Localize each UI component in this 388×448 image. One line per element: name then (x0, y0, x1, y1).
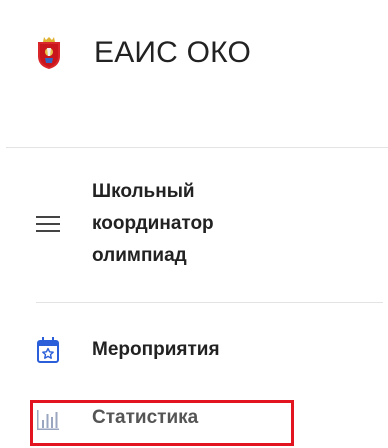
calendar-star-icon (37, 337, 59, 363)
nav-item-events[interactable]: Мероприятия (36, 336, 220, 364)
bar-chart-icon (37, 410, 59, 430)
app-header: ЕАИС ОКО (36, 36, 251, 70)
role-label-line: Школьный (92, 181, 195, 202)
coat-of-arms-logo-icon (38, 37, 60, 69)
header-divider (6, 147, 388, 148)
role-label-line: координатор (92, 213, 214, 234)
app-title: ЕАИС ОКО (94, 36, 251, 69)
role-divider (36, 302, 383, 303)
hamburger-menu-icon[interactable] (36, 215, 60, 233)
role-label-line: олимпиад (92, 245, 187, 266)
role-selector[interactable]: Школьный координатор олимпиад (36, 176, 292, 272)
nav-item-label: Статистика (92, 407, 199, 428)
nav-item-statistics[interactable]: Статистика (36, 398, 198, 438)
nav-item-label: Мероприятия (92, 339, 220, 360)
role-label: Школьный координатор олимпиад (92, 176, 292, 272)
